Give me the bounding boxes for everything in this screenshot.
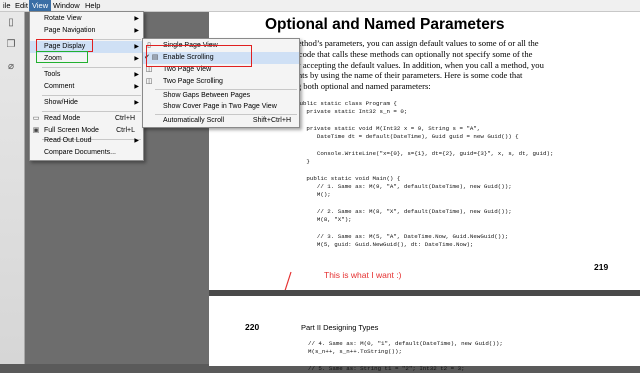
- bookmarks-icon[interactable]: ❐: [4, 38, 18, 52]
- menu-item-comment[interactable]: Comment ▶: [30, 81, 143, 93]
- code-line: M();: [296, 191, 331, 199]
- full-screen-icon: ▣: [32, 127, 40, 134]
- code-line: DateTime dt = default(DateTime), Guid gu…: [296, 133, 519, 141]
- submenu-arrow-icon: ▶: [134, 44, 139, 50]
- menu-help[interactable]: Help: [82, 0, 103, 11]
- code-line: Console.WriteLine("x={0}, s={1}, dt={2},…: [296, 149, 554, 157]
- submenu-arrow-icon: ▶: [134, 100, 139, 106]
- submenu-arrow-icon: ▶: [134, 28, 139, 34]
- view-menu-dropdown: Rotate View ▶ Page Navigation ▶ Page Displ…: [29, 11, 144, 161]
- attachments-icon[interactable]: ⌀: [4, 60, 18, 74]
- code-listing: // 4. Same as: M(0, "1", default(DateTim…: [308, 340, 503, 373]
- code-line: public static void Main() {: [296, 174, 401, 182]
- enable-scrolling-highlight-box: [146, 45, 252, 67]
- navigation-pane: ▯ ❐ ⌀: [0, 12, 25, 364]
- code-line: // 2. Same as: M(8, "X", default(DateTim…: [296, 207, 512, 215]
- code-line: private static Int32 s_n = 0;: [296, 108, 408, 116]
- annotation-text: This is what I want :): [324, 270, 402, 280]
- menu-view[interactable]: View: [29, 0, 52, 11]
- code-line: // 4. Same as: M(0, "1", default(DateTim…: [308, 340, 503, 347]
- pages-icon[interactable]: ▯: [4, 16, 18, 30]
- menu-item-automatically-scroll[interactable]: Automatically Scroll Shift+Ctrl+H: [143, 115, 299, 127]
- menu-item-read-out-loud[interactable]: Read Out Loud ▶: [30, 135, 143, 147]
- menu-separator: [42, 67, 141, 68]
- menu-item-show-hide[interactable]: Show/Hide ▶: [30, 97, 143, 109]
- code-line: }: [296, 158, 310, 166]
- menu-separator: [42, 111, 141, 112]
- submenu-arrow-icon: ▶: [134, 138, 139, 144]
- submenu-arrow-icon: ▶: [134, 56, 139, 62]
- page-number: 220: [245, 322, 260, 332]
- submenu-arrow-icon: ▶: [134, 84, 139, 90]
- menu-item-show-cover-page[interactable]: Show Cover Page in Two Page View: [143, 101, 299, 113]
- pdf-page-220: 220 Part II Designing Types // 4. Same a…: [209, 296, 640, 372]
- code-listing: public static class Program { private st…: [296, 100, 553, 249]
- menu-item-compare-documents[interactable]: Compare Documents...: [30, 147, 143, 159]
- code-line: // 3. Same as: M(5, "A", DateTime.Now, G…: [296, 232, 509, 240]
- menu-item-read-mode[interactable]: ▭ Read Mode Ctrl+H: [30, 113, 143, 125]
- two-page-icon: ◫: [145, 66, 153, 73]
- page-number: 219: [594, 262, 609, 272]
- code-line: M(5, guid: Guid.NewGuid(), dt: DateTime.…: [296, 241, 474, 249]
- read-mode-icon: ▭: [32, 115, 40, 122]
- code-line: // 5. Same as: String t1 = "2"; Int32 t2…: [308, 364, 465, 372]
- section-title: Optional and Named Parameters: [265, 16, 505, 33]
- running-header: Part II Designing Types: [301, 323, 379, 332]
- two-page-scrolling-icon: ◫: [145, 78, 153, 85]
- code-line: // 1. Same as: M(9, "A", default(DateTim…: [296, 182, 512, 190]
- zoom-highlight-box: [36, 51, 88, 63]
- menu-separator: [42, 95, 141, 96]
- code-line: public static class Program {: [296, 100, 397, 107]
- code-line: M(8, "X");: [296, 216, 352, 224]
- code-line: M(s_n++, s_n++.ToString());: [308, 348, 402, 356]
- menu-item-two-page-scrolling[interactable]: ◫ Two Page Scrolling: [143, 76, 299, 88]
- menu-window[interactable]: Window: [50, 0, 83, 11]
- submenu-arrow-icon: ▶: [134, 72, 139, 78]
- menu-item-tools[interactable]: Tools ▶: [30, 69, 143, 81]
- menu-item-rotate-view[interactable]: Rotate View ▶: [30, 13, 143, 25]
- code-line: private static void M(Int32 x = 9, Strin…: [296, 124, 481, 132]
- submenu-arrow-icon: ▶: [134, 16, 139, 22]
- menu-item-page-navigation[interactable]: Page Navigation ▶: [30, 25, 143, 37]
